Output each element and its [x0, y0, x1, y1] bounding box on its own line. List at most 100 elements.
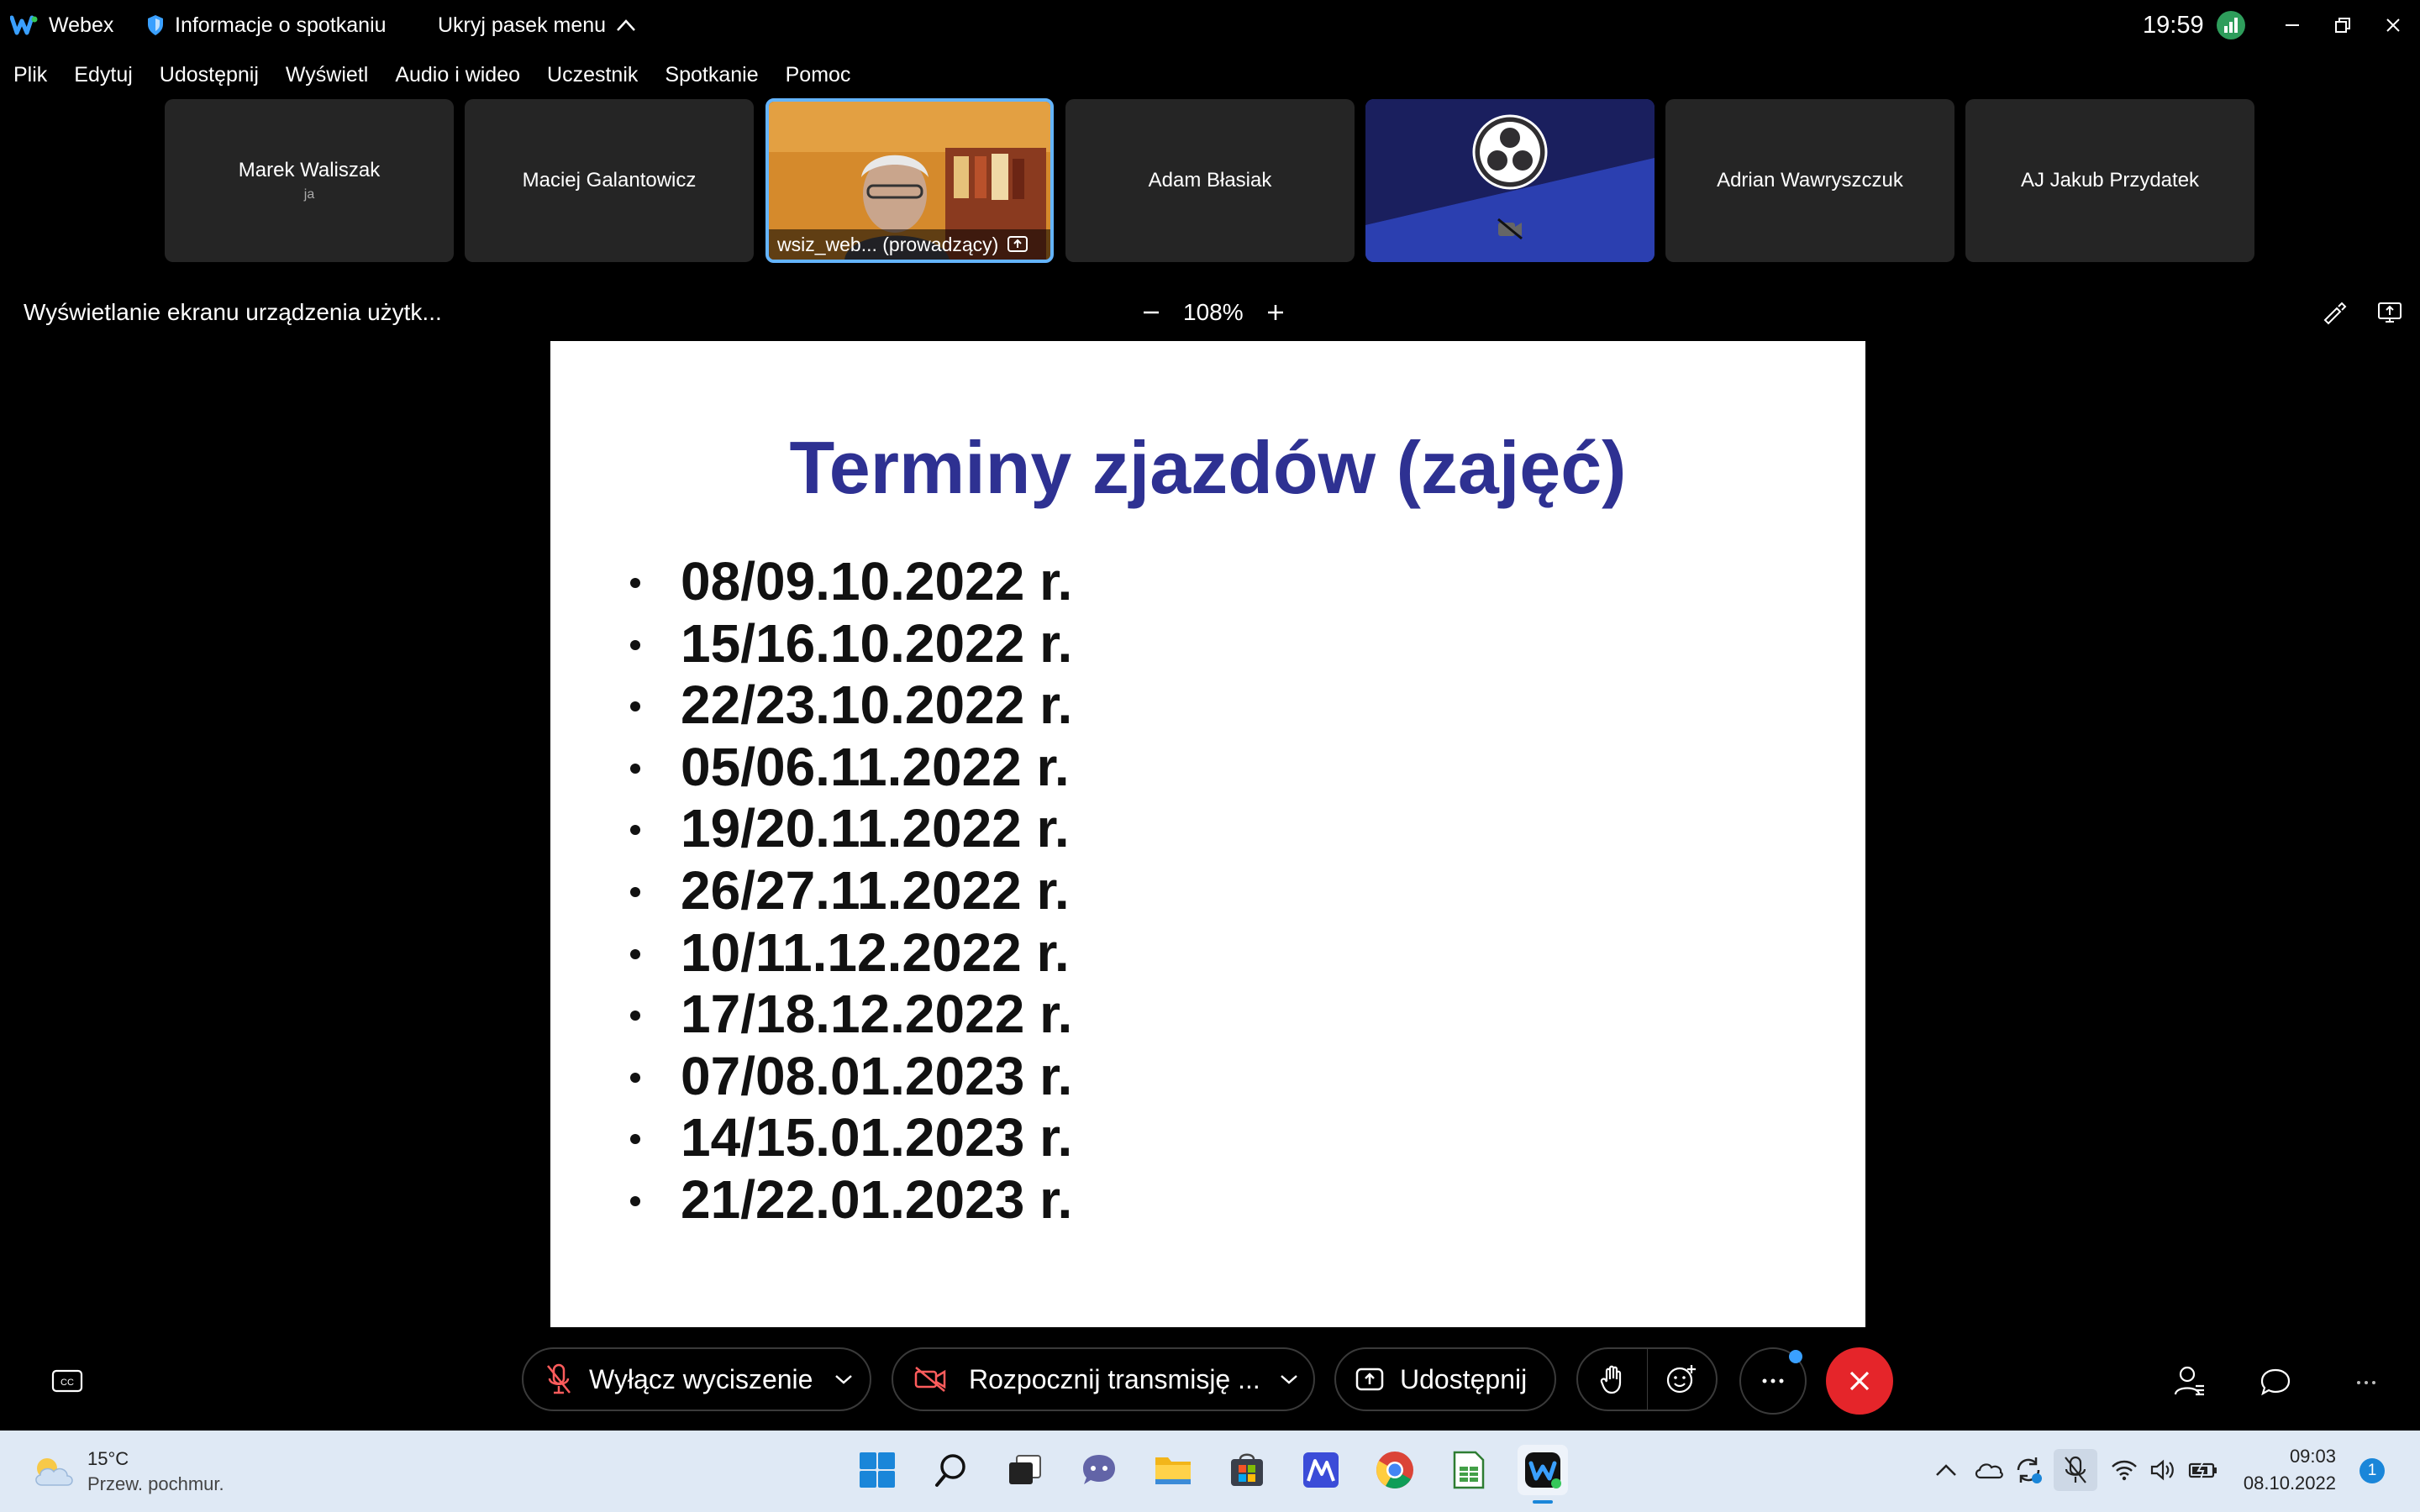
video-off-icon — [1497, 218, 1523, 240]
onedrive-button[interactable] — [1970, 1449, 2007, 1491]
search-icon — [935, 1454, 965, 1487]
presentation-slide: Terminy zjazdów (zajęć) 08/09.10.2022 r.… — [550, 341, 1865, 1327]
menu-meeting[interactable]: Spotkanie — [665, 63, 758, 87]
participants-button[interactable] — [2171, 1362, 2208, 1399]
microphone-muted-icon — [2065, 1456, 2086, 1483]
task-view-icon — [1009, 1455, 1041, 1484]
participant-tile[interactable]: AJ Jakub Przydatek — [1965, 99, 2254, 262]
participant-self-label: ja — [303, 187, 315, 202]
file-explorer-button[interactable] — [1148, 1445, 1198, 1495]
minimize-button[interactable] — [2267, 0, 2317, 50]
chevron-down-icon[interactable] — [1280, 1373, 1298, 1385]
taskbar-search-button[interactable] — [926, 1445, 976, 1495]
menu-edit[interactable]: Edytuj — [74, 63, 132, 87]
hide-menu-button[interactable]: Ukryj pasek menu — [438, 0, 646, 50]
slide-list-item: 10/11.12.2022 r. — [630, 922, 1072, 984]
close-window-button[interactable] — [2368, 0, 2418, 50]
battery-charging-icon — [2188, 1461, 2217, 1480]
panel-options-button[interactable] — [2349, 1366, 2383, 1399]
closed-captions-icon: CC — [51, 1369, 83, 1393]
plus-icon — [1267, 305, 1283, 320]
store-icon — [1231, 1453, 1263, 1486]
menu-audio-video[interactable]: Audio i wideo — [395, 63, 520, 87]
leave-meeting-button[interactable] — [1826, 1347, 1893, 1415]
menu-bar: Plik Edytuj Udostępnij Wyświetl Audio i … — [0, 50, 2420, 99]
chrome-icon — [1376, 1452, 1413, 1488]
captions-button[interactable]: CC — [49, 1364, 86, 1398]
sharing-screen-icon — [1007, 236, 1028, 252]
meeting-info-button[interactable]: Informacje o spotkaniu — [146, 0, 387, 50]
speaker-icon — [2150, 1459, 2174, 1481]
zoom-out-button[interactable] — [1136, 297, 1166, 328]
slide-list-item: 19/20.11.2022 r. — [630, 798, 1072, 860]
chat-button[interactable] — [2257, 1364, 2294, 1401]
participant-tile[interactable]: Adam Błasiak — [1065, 99, 1355, 262]
sync-icon — [2017, 1457, 2042, 1483]
webex-taskbar-button[interactable] — [1518, 1445, 1568, 1495]
start-video-button[interactable]: Rozpocznij transmisję ... — [892, 1347, 1315, 1411]
video-off-icon — [914, 1367, 946, 1392]
microsoft-store-button[interactable] — [1222, 1445, 1272, 1495]
menu-file[interactable]: Plik — [13, 63, 47, 87]
cloud-weather-icon — [35, 1458, 73, 1486]
volume-button[interactable] — [2146, 1449, 2180, 1491]
teams-chat-icon — [1083, 1455, 1115, 1484]
unmute-button[interactable]: Wyłącz wyciszenie — [522, 1347, 871, 1411]
task-view-button[interactable] — [1000, 1445, 1050, 1495]
slide-list-item: 15/16.10.2022 r. — [630, 613, 1072, 675]
minimize-icon — [2286, 24, 2299, 26]
notification-dot-icon — [1789, 1350, 1802, 1363]
raise-hand-button[interactable] — [1578, 1349, 1648, 1410]
m-app-icon — [1303, 1452, 1339, 1488]
menu-view[interactable]: Wyświetl — [286, 63, 368, 87]
app-m-button[interactable] — [1296, 1445, 1346, 1495]
slide-title: Terminy zjazdów (zajęć) — [789, 426, 1627, 509]
microphone-muted-icon — [547, 1363, 571, 1394]
wifi-button[interactable] — [2107, 1449, 2141, 1491]
teams-chat-button[interactable] — [1074, 1445, 1124, 1495]
chevron-down-icon[interactable] — [834, 1373, 853, 1385]
participant-tile[interactable]: Adrian Wawryszczuk — [1665, 99, 1954, 262]
start-button[interactable] — [852, 1445, 902, 1495]
participant-tile-active-speaker[interactable]: wsiz_web... (prowadzący) — [765, 98, 1054, 263]
close-icon — [1849, 1371, 1870, 1391]
participant-tile[interactable]: Marek Waliszak ja — [165, 99, 454, 262]
slide-bullet-list: 08/09.10.2022 r. 15/16.10.2022 r. 22/23.… — [630, 551, 1072, 1231]
notification-badge[interactable]: 1 — [2360, 1458, 2385, 1483]
slide-list-item: 07/08.01.2023 r. — [630, 1046, 1072, 1108]
menu-participant[interactable]: Uczestnik — [547, 63, 638, 87]
taskbar-clock[interactable]: 09:03 08.10.2022 — [2235, 1443, 2336, 1497]
folder-icon — [1155, 1457, 1191, 1484]
menu-help[interactable]: Pomoc — [786, 63, 851, 87]
microphone-in-use-button[interactable] — [2054, 1449, 2097, 1491]
share-header: Wyświetlanie ekranu urządzenia użytk... … — [0, 286, 2420, 339]
network-stats-button[interactable] — [2217, 0, 2255, 50]
reactions-group — [1576, 1347, 1718, 1411]
annotate-button[interactable] — [2319, 297, 2349, 328]
share-title: Wyświetlanie ekranu urządzenia użytk... — [24, 299, 442, 325]
participant-tile[interactable]: Maciej Galantowicz — [465, 99, 754, 262]
participant-tile[interactable] — [1365, 99, 1655, 262]
spreadsheet-app-button[interactable] — [1444, 1445, 1494, 1495]
participant-name: Adam Błasiak — [1148, 169, 1272, 192]
share-button[interactable]: Udostępnij — [1334, 1347, 1556, 1411]
active-app-indicator — [1533, 1500, 1553, 1504]
battery-button[interactable] — [2185, 1449, 2222, 1491]
menu-share[interactable]: Udostępnij — [160, 63, 259, 87]
show-hidden-icons-button[interactable] — [1929, 1449, 1963, 1491]
meeting-info-label: Informacje o spotkaniu — [175, 13, 387, 37]
more-icon — [2357, 1381, 2375, 1384]
zoom-in-button[interactable] — [1260, 297, 1291, 328]
restore-icon — [2335, 18, 2350, 33]
reactions-button[interactable] — [1648, 1349, 1717, 1410]
sync-status-button[interactable] — [2010, 1449, 2047, 1491]
restore-button[interactable] — [2317, 0, 2368, 50]
windows-start-icon — [860, 1452, 895, 1488]
webex-icon — [1525, 1452, 1561, 1488]
share-options-button[interactable] — [2375, 297, 2405, 328]
weather-widget[interactable]: 15°C Przew. pochmur. — [30, 1445, 224, 1499]
participant-name: AJ Jakub Przydatek — [2020, 169, 2200, 192]
chrome-button[interactable] — [1370, 1445, 1420, 1495]
webex-logo-icon — [10, 15, 38, 35]
minus-icon — [1144, 311, 1159, 314]
